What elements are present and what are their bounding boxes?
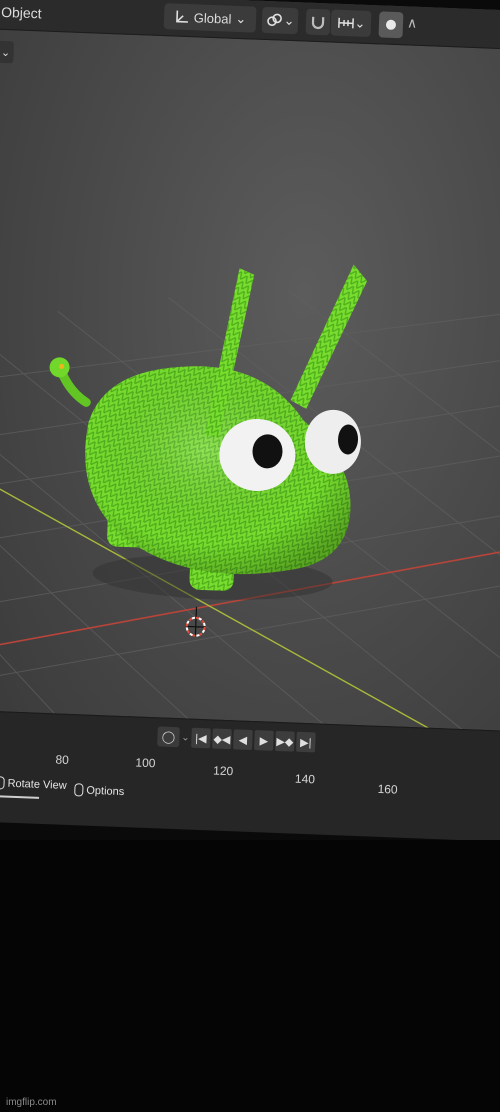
frame-tick: 100 — [135, 755, 156, 771]
play-reverse-icon[interactable]: ◀ — [233, 729, 253, 751]
watermark: imgflip.com — [6, 1097, 57, 1108]
status-underline — [0, 794, 40, 799]
magnet-icon — [311, 16, 325, 30]
viewport-canvas — [0, 253, 500, 786]
green-bug-model[interactable] — [41, 253, 368, 605]
next-keyframe-icon[interactable]: ▶◆ — [275, 730, 295, 752]
status-options: Options — [74, 783, 124, 798]
3d-viewport[interactable] — [0, 28, 500, 786]
falloff-curve-icon[interactable]: ∧ — [407, 14, 418, 31]
snap-increment-icon — [337, 17, 354, 29]
transform-orientation-dropdown[interactable]: Global ⌄ — [163, 3, 257, 33]
chevron-down-icon[interactable]: ⌄ — [179, 727, 192, 747]
jump-end-icon[interactable]: ▶| — [295, 731, 316, 753]
mouse-icon — [0, 776, 5, 790]
transform-orientation-label: Global — [193, 9, 232, 27]
frame-tick: 140 — [294, 771, 316, 787]
timeline-editor: ◯ ⌄ |◀ ◆◀ ◀ ▶ ▶◆ ▶| 60 80 100 120 140 16… — [0, 709, 500, 840]
status-rotate-view: Rotate View — [0, 776, 67, 792]
3d-cursor-icon[interactable] — [185, 606, 206, 637]
snap-toggle[interactable] — [305, 8, 331, 36]
snap-target-dropdown[interactable]: ⌄ — [330, 9, 372, 38]
chevron-down-icon: ⌄ — [283, 12, 295, 29]
chevron-down-icon: ⌄ — [235, 10, 247, 27]
frame-tick: 120 — [212, 763, 234, 779]
antenna-right — [290, 264, 368, 409]
playback-controls: |◀ ◆◀ ◀ ▶ ▶◆ ▶| — [191, 727, 316, 753]
proportional-edit-icon — [385, 19, 396, 30]
pivot-point-dropdown[interactable]: ⌄ — [261, 6, 299, 35]
status-options-label: Options — [86, 784, 125, 798]
link-icon — [266, 13, 282, 27]
play-icon[interactable]: ▶ — [254, 730, 274, 751]
jump-start-icon[interactable]: |◀ — [191, 727, 211, 749]
frame-tick: 160 — [377, 781, 398, 797]
frame-tick: 80 — [55, 752, 70, 767]
record-icon[interactable]: ◯ — [157, 726, 180, 748]
status-rotate-label: Rotate View — [7, 777, 67, 792]
monitor: Object Global ⌄ ⌄ ⌄ ∧ ⌄ ◯ ⌄ |◀ ◆◀ ◀ ▶ ▶◆… — [0, 0, 500, 840]
proportional-edit-toggle[interactable] — [378, 11, 404, 39]
blender-window: Object Global ⌄ ⌄ ⌄ ∧ ⌄ ◯ ⌄ |◀ ◆◀ ◀ ▶ ▶◆… — [0, 0, 500, 840]
prev-keyframe-icon[interactable]: ◆◀ — [212, 728, 232, 750]
object-menu[interactable]: Object — [1, 4, 42, 22]
chevron-down-icon: ⌄ — [354, 15, 366, 31]
axes-icon — [175, 10, 188, 23]
mouse-icon — [74, 783, 84, 797]
